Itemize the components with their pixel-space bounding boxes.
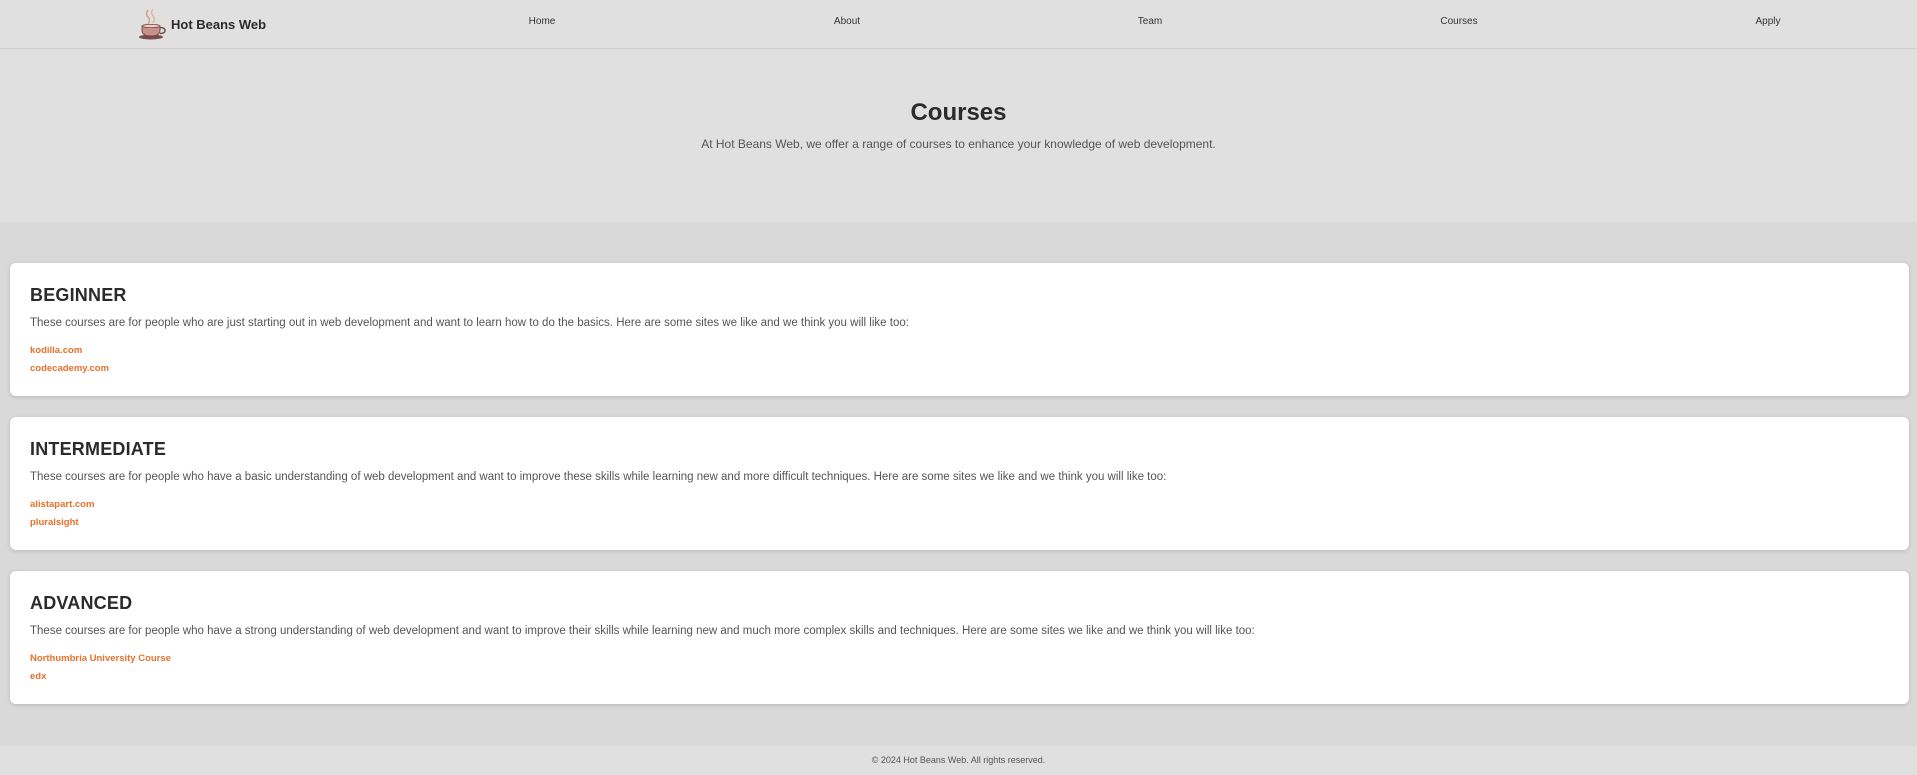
course-title: ADVANCED [30, 593, 133, 613]
course-link-northumbria[interactable]: Northumbria University Course [30, 650, 171, 668]
course-links: alistapart.com pluralsight [30, 496, 94, 532]
page-subtitle: At Hot Beans Web, we offer a range of co… [701, 137, 1216, 151]
course-title: BEGINNER [30, 285, 127, 305]
page-title: Courses [910, 99, 1007, 126]
brand-name: Hot Beans Web [171, 16, 267, 32]
course-title: INTERMEDIATE [30, 439, 167, 459]
nav-link-courses[interactable]: Courses [1440, 16, 1477, 27]
course-links: kodilla.com codecademy.com [30, 342, 109, 378]
top-navigation-bar: Hot Beans Web Home About Team Courses Ap… [0, 0, 1917, 49]
nav-link-apply[interactable]: Apply [1755, 16, 1780, 27]
course-card-advanced: ADVANCED These courses are for people wh… [10, 571, 1909, 704]
nav-link-home[interactable]: Home [529, 16, 556, 27]
nav-link-team[interactable]: Team [1138, 16, 1162, 27]
course-link-codecademy[interactable]: codecademy.com [30, 360, 109, 378]
course-description: These courses are for people who have a … [30, 625, 1255, 637]
courses-hero: Courses At Hot Beans Web, we offer a ran… [0, 49, 1917, 222]
course-link-alistapart[interactable]: alistapart.com [30, 496, 94, 514]
brand-logo-link[interactable]: Hot Beans Web [138, 8, 266, 40]
course-description: These courses are for people who have a … [30, 471, 1167, 483]
copyright-text: © 2024 Hot Beans Web. All rights reserve… [871, 755, 1046, 765]
course-links: Northumbria University Course edx [30, 650, 171, 686]
course-link-pluralsight[interactable]: pluralsight [30, 514, 94, 532]
course-link-kodilla[interactable]: kodilla.com [30, 342, 109, 360]
nav-link-about[interactable]: About [834, 16, 860, 27]
course-link-edx[interactable]: edx [30, 668, 171, 686]
course-card-intermediate: INTERMEDIATE These courses are for peopl… [10, 417, 1909, 550]
course-description: These courses are for people who are jus… [30, 317, 909, 329]
coffee-cup-icon [139, 8, 166, 40]
page-footer: © 2024 Hot Beans Web. All rights reserve… [0, 746, 1917, 775]
course-card-beginner: BEGINNER These courses are for people wh… [10, 263, 1909, 396]
